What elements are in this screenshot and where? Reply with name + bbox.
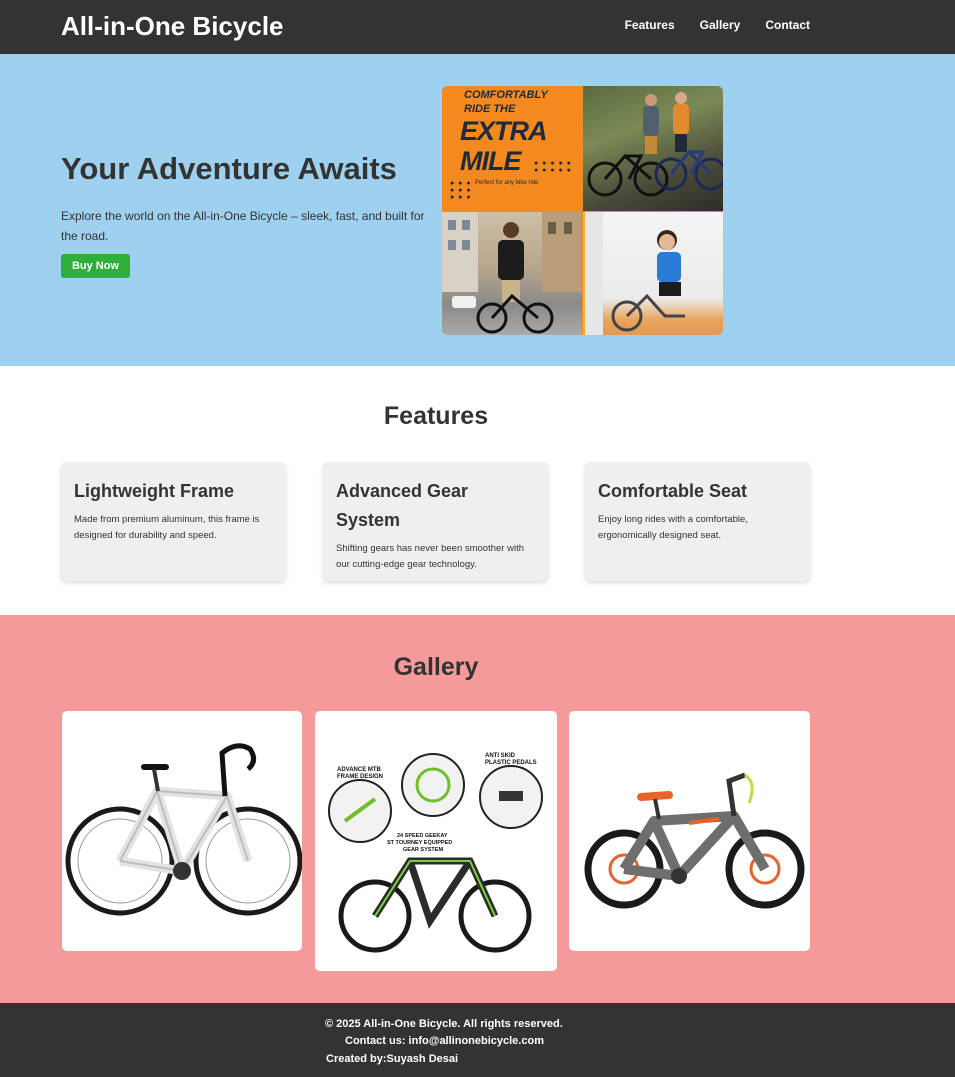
buy-now-button[interactable]: Buy Now [61,254,130,278]
gallery-image-kids-bike[interactable] [569,711,810,951]
site-header: All-in-One Bicycle Features Gallery Cont… [0,0,955,54]
gallery-image-mtb-features[interactable]: ADVANCE MTB FRAME DESIGN ANTI SKID PLAST… [315,711,557,971]
promo-tagline: COMFORTABLY RIDE THE [464,89,548,115]
footer-contact[interactable]: Contact us: info@allinonebicycle.com [345,1035,544,1047]
callout-gears: 24 SPEED GEEKAY [397,833,448,839]
svg-text:PLASTIC PEDALS: PLASTIC PEDALS [485,760,537,766]
callout-pedals: ANTI SKID [485,753,516,759]
studio-rider-photo [583,212,723,335]
svg-text:ST TOURNEY EQUIPPED: ST TOURNEY EQUIPPED [387,840,452,846]
footer-credit: Created by:Suyash Desai [326,1053,459,1065]
couple-cycling-photo [583,86,723,211]
promo-subtext: Perfect for any bike ride [475,180,539,186]
svg-text:GEAR SYSTEM: GEAR SYSTEM [403,847,443,853]
callout-frame: ADVANCE MTB [337,767,382,773]
feature-card-frame: Lightweight Frame Made from premium alum… [61,462,286,581]
promo-tile: COMFORTABLY RIDE THE EXTRA MILE Perfect fo… [442,86,582,211]
feature-card-title: Advanced Gear System [336,481,469,530]
nav-link-gallery[interactable]: Gallery [700,18,741,32]
feature-card-text: Made from premium aluminum, this frame i… [74,514,260,541]
feature-card-text: Shifting gears has never been smoother w… [336,543,524,570]
feature-card-title: Lightweight Frame [74,481,235,501]
hero-title: Your Adventure Awaits [61,151,397,186]
hero-description: Explore the world on the All-in-One Bicy… [61,209,425,243]
features-heading: Features [383,402,489,430]
hero-section: Your Adventure Awaits Explore the world … [0,54,955,366]
main-nav: Features Gallery Contact [625,18,810,32]
svg-text:FRAME DESIGN: FRAME DESIGN [337,774,383,780]
gallery-section: Gallery ADVANCE MTB FRAME DESIGN ANTI SK… [0,615,955,1003]
city-rider-photo [442,212,582,335]
gallery-heading: Gallery [393,653,479,681]
dot-pattern: ● ● ● ● ● ● ● ● ● ● [534,160,572,174]
footer-copyright: © 2025 All-in-One Bicycle. All rights re… [325,1018,563,1030]
brand-logo[interactable]: All-in-One Bicycle [61,11,284,42]
dot-pattern: ● ● ● ● ● ● ● ● ● [450,180,472,201]
feature-card-text: Enjoy long rides with a comfortable, erg… [598,514,748,541]
site-footer: © 2025 All-in-One Bicycle. All rights re… [0,1003,955,1077]
hero-collage-image: COMFORTABLY RIDE THE EXTRA MILE Perfect fo… [442,86,723,335]
feature-card-seat: Comfortable Seat Enjoy long rides with a… [585,462,810,581]
gallery-image-road-bike[interactable] [62,711,302,951]
feature-card-title: Comfortable Seat [598,481,748,501]
nav-link-features[interactable]: Features [625,18,675,32]
nav-link-contact[interactable]: Contact [765,18,810,32]
feature-card-gear: Advanced Gear System Shifting gears has … [323,462,548,581]
